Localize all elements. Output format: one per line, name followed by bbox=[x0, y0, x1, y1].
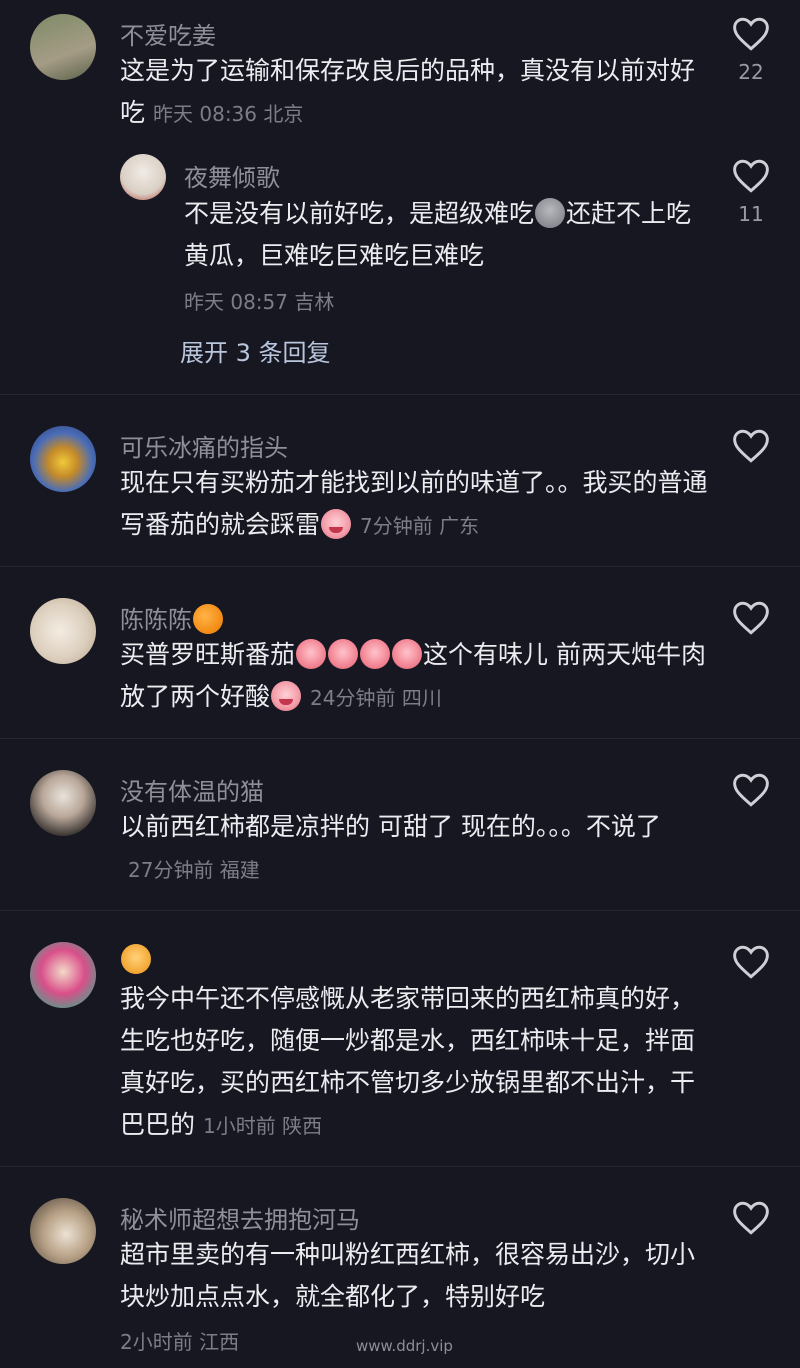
heart-outline-icon[interactable] bbox=[731, 600, 771, 636]
avatar[interactable] bbox=[30, 942, 96, 1008]
reply-text: 不是没有以前好吃，是超级难吃 还赶不上吃黄瓜，巨难吃巨难吃巨难吃 bbox=[184, 198, 692, 270]
comment-author[interactable]: 可乐冰痛的指头 bbox=[120, 428, 288, 463]
avatar[interactable] bbox=[30, 426, 96, 492]
comment-text: 买普罗旺斯番茄 这个有味儿 前两天炖牛肉放了两个好酸 24分钟前 四川 bbox=[120, 639, 706, 711]
angry-face-emoji bbox=[296, 639, 327, 669]
comment-text: 以前西红柿都是凉拌的 可甜了 现在的。。。不说了27分钟前 福建 bbox=[120, 812, 661, 882]
comment-author[interactable]: 没有体温的猫 bbox=[120, 772, 264, 807]
comment-meta: 2小时前 江西 bbox=[120, 1330, 240, 1354]
avatar[interactable] bbox=[30, 770, 96, 836]
comment-text: 超市里卖的有一种叫粉红西红柿，很容易出沙，切小块炒加点点水，就全都化了，特别好吃 bbox=[120, 1240, 696, 1311]
comment-meta: 昨天 08:36 北京 bbox=[153, 102, 304, 126]
divider bbox=[0, 1166, 800, 1167]
comment-author[interactable] bbox=[120, 944, 152, 974]
angry-face-emoji bbox=[360, 639, 391, 669]
avatar[interactable] bbox=[120, 154, 166, 200]
heart-outline-icon[interactable] bbox=[731, 158, 771, 194]
crying-face-emoji bbox=[321, 509, 352, 539]
divider bbox=[0, 566, 800, 567]
tiger-emoji bbox=[121, 944, 151, 974]
reply-author[interactable]: 夜舞倾歌 bbox=[184, 158, 280, 193]
heart-outline-icon[interactable] bbox=[731, 1200, 771, 1236]
heart-outline-icon[interactable] bbox=[731, 772, 771, 808]
orange-emoji bbox=[193, 604, 223, 634]
comment-author[interactable]: 不爱吃姜 bbox=[120, 16, 216, 51]
divider bbox=[0, 394, 800, 395]
angry-face-emoji bbox=[328, 639, 359, 669]
avatar[interactable] bbox=[30, 14, 96, 80]
heart-outline-icon[interactable] bbox=[731, 428, 771, 464]
comment-author[interactable]: 陈陈陈 bbox=[120, 600, 224, 635]
avatar[interactable] bbox=[30, 1198, 96, 1264]
comment-author[interactable]: 秘术师超想去拥抱河马 bbox=[120, 1200, 360, 1235]
heart-outline-icon[interactable] bbox=[731, 16, 771, 52]
comment-meta: 7分钟前 广东 bbox=[360, 514, 480, 538]
speechless-face-emoji bbox=[535, 198, 566, 228]
like-count: 22 bbox=[738, 60, 764, 84]
reply-meta: 昨天 08:57 吉林 bbox=[184, 290, 335, 314]
comment-text: 这是为了运输和保存改良后的品种，真没有以前对好吃 昨天 08:36 北京 bbox=[120, 56, 696, 127]
angry-face-emoji bbox=[392, 639, 423, 669]
divider bbox=[0, 738, 800, 739]
expand-replies-button[interactable]: 展开 3 条回复 bbox=[180, 333, 331, 368]
like-count: 11 bbox=[738, 202, 764, 226]
comment-meta: 1小时前 陕西 bbox=[203, 1114, 323, 1138]
heart-outline-icon[interactable] bbox=[731, 944, 771, 980]
comment-text: 现在只有买粉茄才能找到以前的味道了。。我买的普通写番茄的就会踩雷 7分钟前 广东 bbox=[120, 468, 708, 539]
comment-meta: 27分钟前 福建 bbox=[128, 858, 260, 882]
crying-face-emoji bbox=[271, 681, 302, 711]
comment-text: 我今中午还不停感慨从老家带回来的西红柿真的好，生吃也好吃，随便一炒都是水，西红柿… bbox=[120, 984, 696, 1139]
avatar[interactable] bbox=[30, 598, 96, 664]
divider bbox=[0, 910, 800, 911]
watermark: www.ddrj.vip bbox=[356, 1337, 453, 1355]
comment-meta: 24分钟前 四川 bbox=[310, 686, 442, 710]
